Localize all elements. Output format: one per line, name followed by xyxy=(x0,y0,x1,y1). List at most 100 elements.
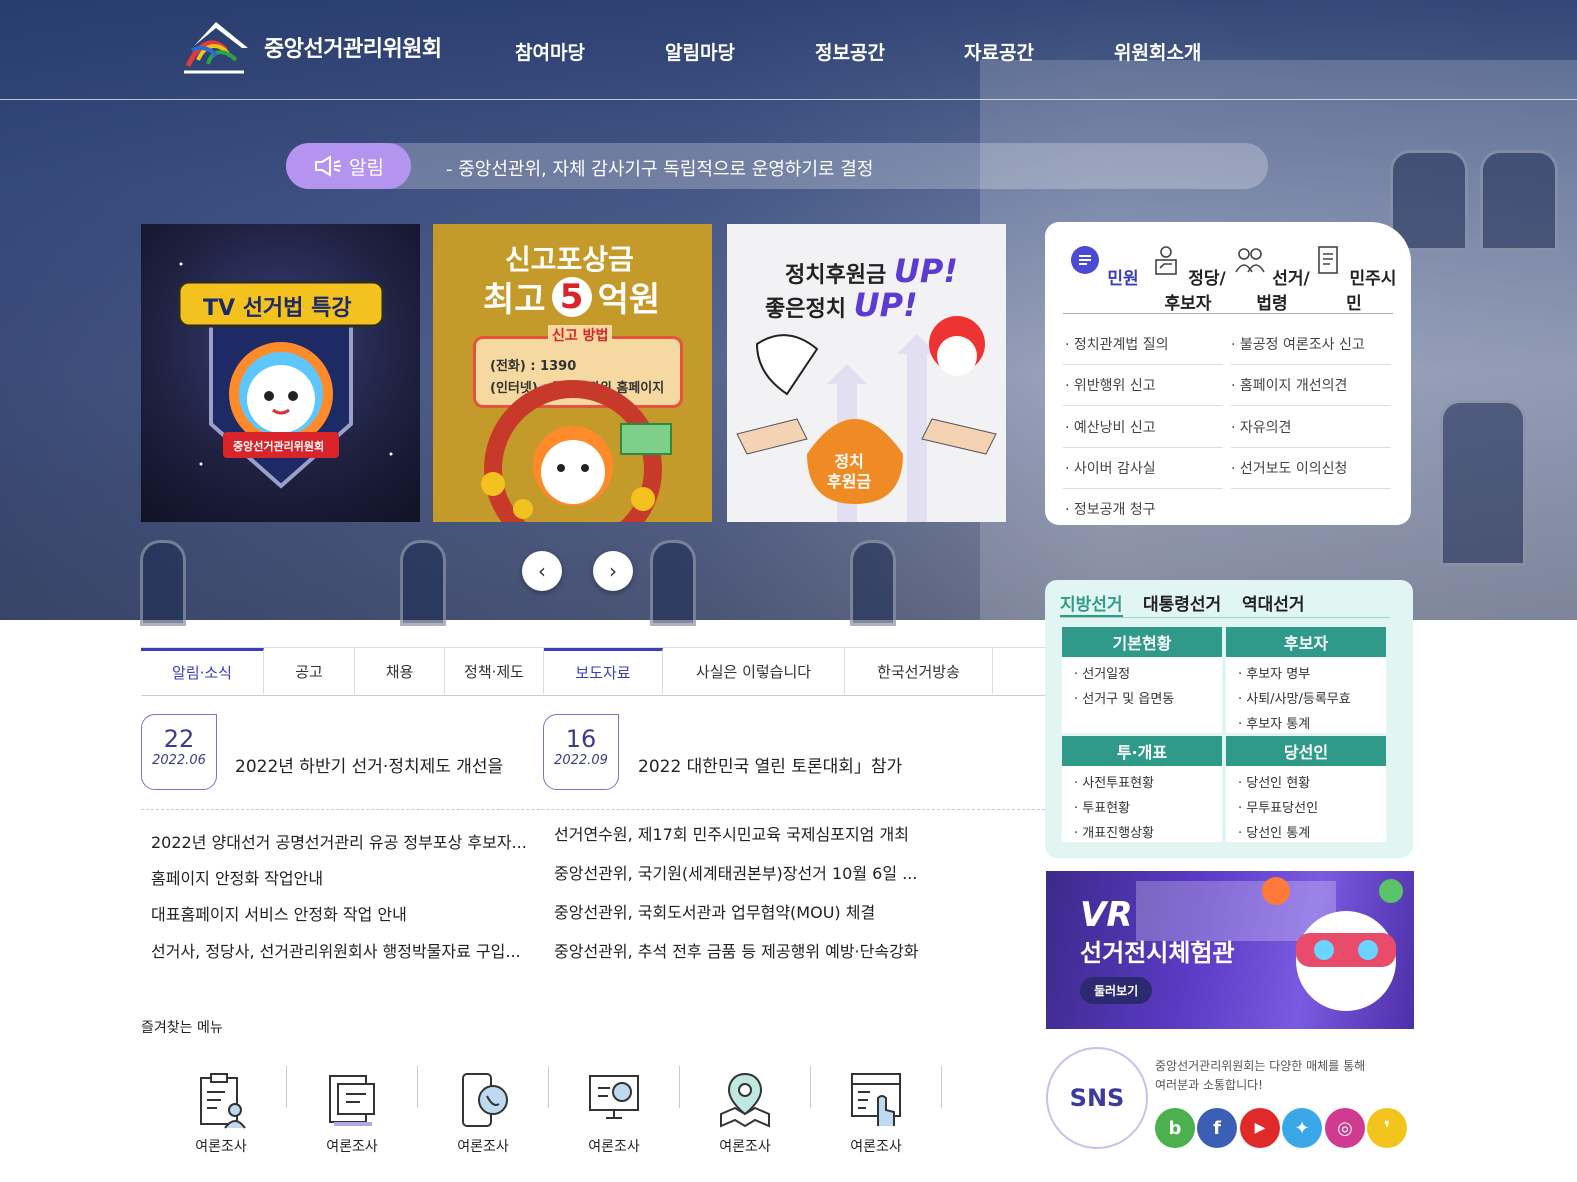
sns-label: SNS xyxy=(1069,1084,1125,1112)
tab-news[interactable]: 알림·소식 xyxy=(141,648,264,694)
slide-tv-law-lecture[interactable]: TV 선거법 특강 중앙선거관리위원회 xyxy=(141,224,420,522)
civil-link[interactable]: · 선거보도 이의신청 xyxy=(1231,458,1347,478)
building-window xyxy=(400,540,446,626)
news-item[interactable]: 중앙선관위, 국기원(세계태권본부)장선거 10월 6일 ... xyxy=(554,860,917,884)
tab-broadcast[interactable]: 한국선거방송 xyxy=(845,648,993,694)
civil-link[interactable]: · 자유의견 xyxy=(1231,417,1291,437)
tab-factcheck[interactable]: 사실은 이렇습니다 xyxy=(663,648,845,694)
favorite-item[interactable]: 여론조사 xyxy=(161,1070,281,1156)
election-link-label: 당선인 통계 xyxy=(1246,826,1311,841)
tab-recruit[interactable]: 채용 xyxy=(355,648,445,694)
election-link[interactable]: · 후보자 통계 xyxy=(1238,713,1386,732)
civil-tab-party[interactable]: 정당/후보자 xyxy=(1145,244,1231,314)
nav-participation[interactable]: 참여마당 xyxy=(515,38,585,65)
civil-tab-citizen-label: 민주시민 xyxy=(1346,269,1397,314)
vr-exhibition-banner[interactable]: VR 선거전시체험관 둘러보기 xyxy=(1046,871,1414,1029)
election-tab-local[interactable]: 지방선거 xyxy=(1060,590,1123,617)
election-link[interactable]: · 후보자 명부 xyxy=(1238,663,1386,682)
tab-press[interactable]: 보도자료 xyxy=(544,648,663,694)
civil-link[interactable]: · 정치관계법 질의 xyxy=(1065,334,1169,354)
election-link[interactable]: · 당선인 통계 xyxy=(1238,822,1386,841)
news-item[interactable]: 홈페이지 안정화 작업안내 xyxy=(151,865,323,889)
notice-bar[interactable]: 알림 - 중앙선관위, 자체 감사기구 독립적으로 운영하기로 결정 xyxy=(286,143,1268,189)
instagram-icon[interactable]: ◎ xyxy=(1325,1108,1365,1148)
civil-link-label: 불공정 여론조사 신고 xyxy=(1239,337,1365,353)
slide-reward[interactable]: 신고포상금 최고 5 억원 신고 방법 (전화) : 1390 (인터넷) : … xyxy=(433,224,712,522)
blog-icon[interactable]: b xyxy=(1155,1108,1195,1148)
favorite-item[interactable]: 여론조사 xyxy=(554,1070,674,1156)
civil-tab-citizen[interactable]: 민주시민 xyxy=(1311,244,1397,314)
election-link[interactable]: · 사퇴/사망/등록무효 xyxy=(1238,688,1386,707)
tab-notice[interactable]: 공고 xyxy=(264,648,355,694)
election-box-voting-title: 투·개표 xyxy=(1062,736,1222,766)
news-item[interactable]: 선거사, 정당사, 선거관리위원회사 행정박물자료 구입... xyxy=(151,938,521,962)
election-link[interactable]: · 사전투표현황 xyxy=(1074,772,1222,791)
news-divider xyxy=(141,809,1045,810)
notice-text[interactable]: - 중앙선관위, 자체 감사기구 독립적으로 운영하기로 결정 xyxy=(446,155,873,181)
civil-link[interactable]: · 정보공개 청구 xyxy=(1065,499,1156,519)
news-item[interactable]: 대표홈페이지 서비스 안정화 작업 안내 xyxy=(151,901,407,925)
divider xyxy=(1231,364,1391,365)
election-link[interactable]: · 무투표당선인 xyxy=(1238,797,1386,816)
election-link[interactable]: · 투표현황 xyxy=(1074,797,1222,816)
news-item[interactable]: 중앙선관위, 추석 전후 금품 등 제공행위 예방·단속강화 xyxy=(554,938,919,962)
nav-about[interactable]: 위원회소개 xyxy=(1114,38,1201,65)
election-link[interactable]: · 선거일정 xyxy=(1074,663,1222,682)
chat-icon xyxy=(1071,246,1100,274)
vr-tour-button[interactable]: 둘러보기 xyxy=(1080,977,1153,1004)
election-box-voting: 투·개표 · 사전투표현황 · 투표현황 · 개표진행상황 xyxy=(1062,736,1222,842)
election-tab-divider xyxy=(1060,617,1390,618)
divider xyxy=(1063,405,1223,406)
election-link-label: 후보자 명부 xyxy=(1246,667,1311,682)
slide-political-donation[interactable]: 정치후원금 UP! 좋은정치 UP! 정치 후원금 xyxy=(727,224,1006,522)
reward-illustration xyxy=(481,380,672,522)
building-window xyxy=(650,540,696,626)
featured-title[interactable]: 2022년 하반기 선거·정치제도 개선을 xyxy=(235,752,503,777)
divider xyxy=(1231,447,1391,448)
slide-prev-button[interactable]: ‹ xyxy=(522,551,562,591)
news-tabbar: 알림·소식 공고 채용 정책·제도 보도자료 사실은 이렇습니다 한국선거방송 xyxy=(141,647,1045,696)
twitter-icon[interactable]: ✦ xyxy=(1282,1108,1322,1148)
featured-day: 16 xyxy=(565,725,597,753)
civil-tab-minwon[interactable]: 민원 xyxy=(1061,244,1147,289)
election-link[interactable]: · 선거구 및 읍면동 xyxy=(1074,688,1222,707)
election-link[interactable]: · 개표진행상황 xyxy=(1074,822,1222,841)
news-item[interactable]: 2022년 양대선거 공명선거관리 유공 정부포상 후보자... xyxy=(151,829,527,853)
nav-announcements[interactable]: 알림마당 xyxy=(665,38,735,65)
election-link-label: 선거구 및 읍면동 xyxy=(1082,692,1175,707)
nav-resources[interactable]: 자료공간 xyxy=(964,38,1034,65)
election-link-label: 사전투표현황 xyxy=(1082,776,1155,791)
facebook-icon[interactable]: f xyxy=(1197,1108,1237,1148)
civil-link[interactable]: · 불공정 여론조사 신고 xyxy=(1231,334,1365,354)
civil-link[interactable]: · 위반행위 신고 xyxy=(1065,375,1156,395)
featured-title[interactable]: 2022 대한민국 열린 토론대회」참가 xyxy=(638,752,902,777)
nav-information[interactable]: 정보공간 xyxy=(815,38,885,65)
favorite-item[interactable]: 여론조사 xyxy=(292,1070,412,1156)
favorite-item[interactable]: 여론조사 xyxy=(685,1070,805,1156)
site-logo[interactable]: 중앙선거관리위원회 xyxy=(180,20,442,74)
election-tab-presidential[interactable]: 대통령선거 xyxy=(1143,590,1221,615)
sns-badge: SNS xyxy=(1046,1047,1148,1149)
tab-policy[interactable]: 정책·제도 xyxy=(445,648,544,694)
civil-tab-law[interactable]: 선거/법령 xyxy=(1229,244,1315,314)
election-tab-history[interactable]: 역대선거 xyxy=(1242,590,1305,615)
news-item[interactable]: 선거연수원, 제17회 민주시민교육 국제심포지엄 개최 xyxy=(554,821,909,845)
divider xyxy=(1231,488,1391,489)
news-item[interactable]: 중앙선관위, 국회도서관과 업무협약(MOU) 체결 xyxy=(554,899,875,923)
civil-link[interactable]: · 사이버 감사실 xyxy=(1065,458,1156,478)
civil-link-label: 예산낭비 신고 xyxy=(1073,420,1156,436)
youtube-icon[interactable]: ▶ xyxy=(1240,1108,1280,1148)
kakao-icon[interactable]: ❜ xyxy=(1367,1108,1407,1148)
election-link[interactable]: · 당선인 현황 xyxy=(1238,772,1386,791)
featured-date: 16 2022.09 xyxy=(543,714,619,790)
slide1-org: 중앙선거관리위원회 xyxy=(233,440,325,453)
building-window xyxy=(850,540,896,626)
slide-next-button[interactable]: › xyxy=(593,551,633,591)
civil-link[interactable]: · 홈페이지 개선의견 xyxy=(1231,375,1347,395)
civil-link[interactable]: · 예산낭비 신고 xyxy=(1065,417,1156,437)
election-box-candidate: 후보자 · 후보자 명부 · 사퇴/사망/등록무효 · 후보자 통계 xyxy=(1226,627,1386,733)
vr-title-b: 선거전시체험관 xyxy=(1080,939,1235,967)
favorite-item[interactable]: 여론조사 xyxy=(816,1070,936,1156)
election-link-label: 후보자 통계 xyxy=(1246,717,1311,732)
favorite-item[interactable]: 여론조사 xyxy=(423,1070,543,1156)
